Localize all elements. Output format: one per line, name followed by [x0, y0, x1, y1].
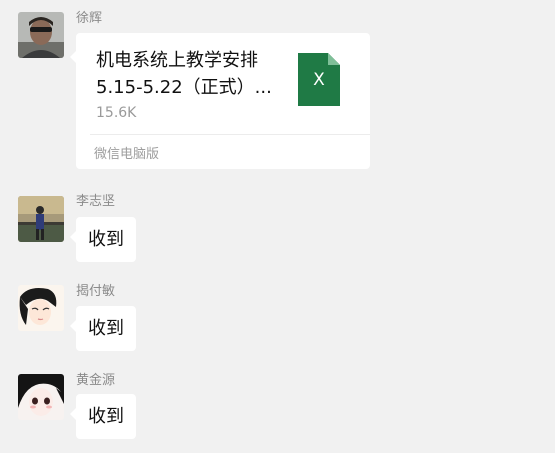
sender-name: 黄金源 [76, 373, 116, 388]
sender-name: 揭付敏 [76, 284, 116, 299]
file-name-line1: 机电系统上教学安排 [96, 50, 258, 71]
sender-name: 李志坚 [76, 194, 116, 209]
excel-icon-letter: X [313, 70, 325, 90]
file-card[interactable]: 机电系统上教学安排 5.15-5.22（正式）... 15.6K X 微信电脑版 [70, 33, 370, 169]
message-bubble[interactable]: 收到 [70, 306, 136, 351]
avatar-jiefumin[interactable] [18, 285, 64, 331]
file-source-label: 微信电脑版 [94, 147, 160, 162]
message-bubble[interactable]: 收到 [70, 394, 136, 439]
file-name-line2: 5.15-5.22（正式）... [96, 77, 272, 98]
excel-file-icon: X [298, 53, 340, 106]
divider [90, 134, 370, 135]
message-bubble[interactable]: 收到 [70, 217, 136, 262]
file-size: 15.6K [96, 105, 137, 121]
chat-history: 徐辉 机电系统上教学安排 5.15-5.22（正式）... 15.6K X 微信… [0, 0, 555, 453]
avatar-xuhui[interactable] [18, 12, 64, 58]
file-name: 机电系统上教学安排 5.15-5.22（正式）... [96, 47, 296, 101]
avatar-huangjinyuan[interactable] [18, 374, 64, 420]
avatar-lizhijian[interactable] [18, 196, 64, 242]
sender-name: 徐辉 [76, 11, 103, 26]
